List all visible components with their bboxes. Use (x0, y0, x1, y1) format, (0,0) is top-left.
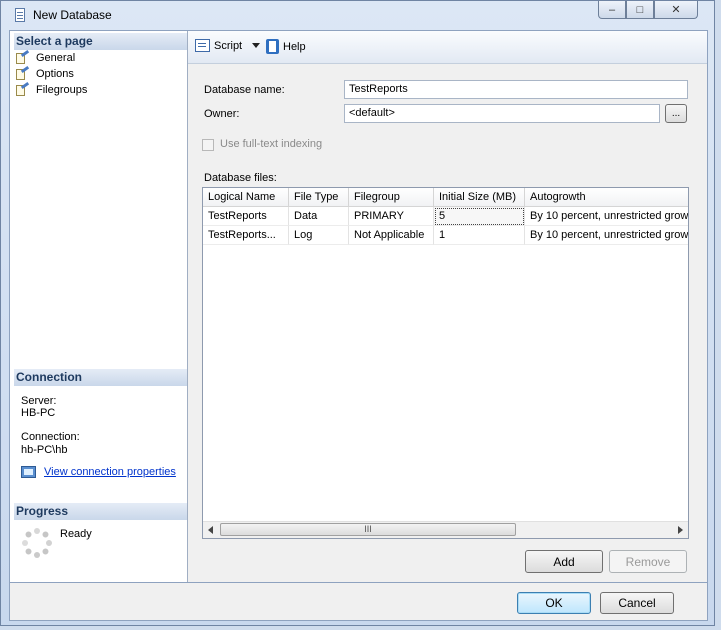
script-button[interactable]: Script (195, 39, 242, 52)
script-dropdown-button[interactable] (252, 43, 260, 48)
nav-item-label: Options (36, 67, 74, 80)
owner-label: Owner: (204, 108, 240, 120)
owner-browse-button[interactable]: ... (665, 104, 687, 123)
file-type-cell[interactable]: Log (289, 226, 349, 245)
connection-properties-icon (21, 466, 36, 478)
view-connection-properties[interactable]: View connection properties (21, 466, 176, 478)
progress-status: Ready (60, 528, 92, 540)
cancel-button[interactable]: Cancel (600, 592, 674, 614)
connection-value: hb-PC\hb (21, 444, 68, 456)
horizontal-scrollbar[interactable]: III (203, 521, 688, 538)
nav-item-general[interactable]: General (16, 49, 76, 65)
connection-label: Connection: (21, 431, 80, 443)
chevron-down-icon (252, 43, 260, 48)
column-header[interactable]: File Type (289, 188, 349, 206)
server-label: Server: (21, 395, 57, 407)
fulltext-indexing-checkbox[interactable] (202, 139, 214, 151)
remove-button[interactable]: Remove (609, 550, 687, 573)
progress-spinner-icon (22, 528, 52, 558)
scrollbar-thumb[interactable]: III (220, 523, 516, 536)
nav-item-label: Filegroups (36, 83, 88, 96)
new-database-window: New Database – □ ✕ Select a page General… (0, 0, 715, 626)
help-icon (266, 39, 279, 54)
right-pane: Script Help Database name: TestReports O… (188, 31, 707, 582)
select-page-header: Select a page (14, 33, 187, 50)
file-type-cell[interactable]: Data (289, 207, 349, 226)
scroll-left-icon[interactable] (208, 526, 213, 534)
database-files-label: Database files: (204, 172, 277, 184)
filegroup-cell[interactable]: Not Applicable (349, 226, 434, 245)
database-files-grid: Logical Name File Type Filegroup Initial… (202, 187, 689, 539)
dialog-footer: OK Cancel (9, 583, 708, 621)
ok-button[interactable]: OK (517, 592, 591, 614)
view-connection-properties-link[interactable]: View connection properties (44, 466, 176, 478)
add-button[interactable]: Add (525, 550, 603, 573)
column-header[interactable]: Filegroup (349, 188, 434, 206)
progress-header: Progress (14, 503, 187, 520)
table-row[interactable]: TestReports Data PRIMARY 5 By 10 percent… (203, 207, 688, 226)
minimize-button[interactable]: – (598, 1, 626, 19)
script-label: Script (214, 39, 243, 52)
connection-header: Connection (14, 369, 187, 386)
owner-input[interactable]: <default> (344, 104, 660, 123)
window-controls: – □ ✕ (598, 1, 698, 21)
table-row[interactable]: TestReports... Log Not Applicable 1 By 1… (203, 226, 688, 245)
database-name-label: Database name: (204, 84, 285, 96)
nav-item-label: General (36, 51, 76, 64)
server-value: HB-PC (21, 407, 56, 419)
dialog-body: Select a page General Options Filegroups… (9, 30, 708, 583)
logical-name-cell[interactable]: TestReports... (203, 226, 289, 245)
column-header[interactable]: Initial Size (MB) (434, 188, 525, 206)
scroll-right-icon[interactable] (678, 526, 683, 534)
autogrowth-cell[interactable]: By 10 percent, unrestricted growth (525, 226, 688, 245)
filegroup-cell[interactable]: PRIMARY (349, 207, 434, 226)
help-label: Help (283, 40, 306, 53)
close-button[interactable]: ✕ (654, 1, 698, 19)
page-icon (16, 65, 30, 80)
column-header[interactable]: Autogrowth (525, 188, 688, 206)
page-icon (16, 81, 30, 96)
autogrowth-cell[interactable]: By 10 percent, unrestricted growth (525, 207, 688, 226)
database-icon (15, 8, 25, 22)
initial-size-cell[interactable]: 1 (434, 226, 525, 245)
nav-item-filegroups[interactable]: Filegroups (16, 81, 88, 97)
left-pane: Select a page General Options Filegroups… (10, 31, 188, 582)
fulltext-indexing-label: Use full-text indexing (220, 138, 323, 150)
logical-name-cell[interactable]: TestReports (203, 207, 289, 226)
maximize-button[interactable]: □ (626, 1, 654, 19)
toolbar: Script Help (188, 31, 707, 64)
initial-size-cell[interactable]: 5 (434, 207, 525, 226)
page-icon (16, 49, 30, 64)
title-bar[interactable]: New Database – □ ✕ (1, 1, 714, 29)
database-name-input[interactable]: TestReports (344, 80, 688, 99)
column-header[interactable]: Logical Name (203, 188, 289, 206)
script-icon (195, 39, 210, 52)
grid-header: Logical Name File Type Filegroup Initial… (203, 188, 688, 207)
window-title: New Database (33, 8, 112, 22)
nav-item-options[interactable]: Options (16, 65, 74, 81)
help-button[interactable]: Help (266, 39, 306, 54)
